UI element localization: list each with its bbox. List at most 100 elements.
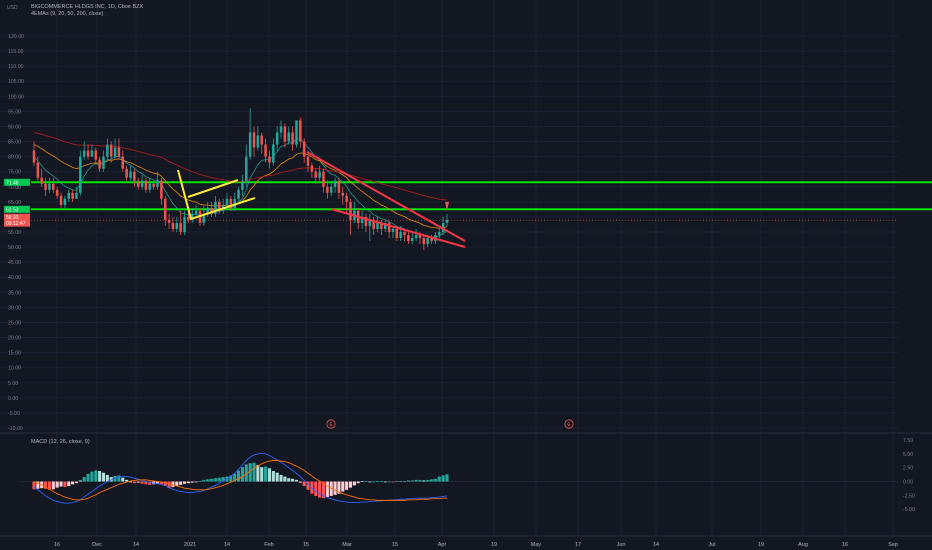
symbol-title[interactable]: BIGCOMMERCE HLDGS INC, 1D, Cboe BZX bbox=[31, 4, 143, 11]
candle-body bbox=[241, 180, 244, 190]
candle-body bbox=[341, 192, 345, 196]
candle-body bbox=[272, 144, 275, 163]
candle-body bbox=[438, 232, 441, 236]
macd-histogram-bar bbox=[94, 470, 98, 482]
candle-body bbox=[349, 201, 352, 220]
candle-body bbox=[414, 235, 418, 239]
price-axis[interactable]: 120.00 115.00 110.00 105.00 100.00 95.00 90.00… bbox=[8, 34, 24, 432]
candle-body bbox=[156, 180, 159, 187]
macd-histogram-bar bbox=[294, 479, 299, 482]
price-tick-label: 90.00 bbox=[8, 124, 21, 130]
macd-tick-label: 7.50 bbox=[903, 438, 913, 444]
macd-histogram-bar bbox=[333, 481, 337, 495]
candle-body bbox=[299, 120, 302, 142]
macd-histogram-bar bbox=[298, 481, 302, 483]
candle-body bbox=[32, 150, 36, 163]
macd-histogram-bar bbox=[375, 480, 380, 482]
candle-body bbox=[106, 144, 109, 157]
macd-histogram-bar bbox=[206, 479, 210, 482]
candle-body bbox=[109, 144, 113, 157]
macd-histogram-bar bbox=[117, 475, 121, 482]
drawings[interactable] bbox=[177, 151, 466, 248]
macd-histogram-bar bbox=[182, 481, 187, 484]
candle-body bbox=[140, 180, 144, 187]
time-axis[interactable]: 16 Dec 14 2021 14 Feb 15 Mar 15 Apr 19 May 17 Jun 14 Ju… bbox=[0, 535, 932, 548]
wedge-lower-line[interactable] bbox=[330, 208, 466, 248]
macd-histogram-bar bbox=[90, 471, 94, 482]
macd-histogram-bar bbox=[74, 481, 79, 484]
candle-body bbox=[403, 232, 406, 236]
candle-body bbox=[94, 150, 98, 160]
candle-body bbox=[248, 132, 252, 157]
macd-histogram-bar bbox=[341, 481, 345, 492]
time-tick-label: 14 bbox=[224, 542, 230, 548]
macd-histogram-bar bbox=[63, 481, 67, 488]
macd-histogram-bar bbox=[302, 481, 306, 486]
candle-body bbox=[86, 150, 90, 157]
price-tick-label: 20.00 bbox=[8, 336, 21, 342]
macd-histogram-bar bbox=[264, 466, 268, 482]
macd-histogram-bar bbox=[426, 479, 430, 482]
price-tick-label: 5.00 bbox=[8, 381, 18, 387]
macd-histogram-bar bbox=[260, 467, 264, 482]
candle-body bbox=[326, 186, 329, 193]
candle-body bbox=[329, 186, 333, 193]
macd-histogram-bar bbox=[379, 480, 383, 482]
candle-body bbox=[322, 171, 325, 187]
candle-body bbox=[318, 171, 321, 178]
macd-histogram-bar bbox=[101, 472, 106, 482]
candle-body bbox=[36, 162, 40, 178]
macd-histogram-bar bbox=[179, 481, 183, 485]
chart-canvas[interactable]: E E 120.00 115.00 110.00 105.00 100.00 95.00 90… bbox=[0, 0, 932, 550]
macd-histogram-bar bbox=[352, 481, 356, 486]
price-tick-label: 15.00 bbox=[8, 351, 21, 357]
candle-body bbox=[90, 150, 94, 157]
macd-histogram-bar bbox=[445, 474, 449, 482]
indicator-label[interactable]: 4EMAs (9, 20, 50, 200, close) bbox=[31, 11, 143, 18]
candle-body bbox=[426, 238, 429, 245]
candle-body bbox=[337, 180, 341, 193]
candle-body bbox=[295, 120, 298, 145]
macd-histogram-bar bbox=[267, 468, 272, 482]
candle-body bbox=[48, 183, 51, 190]
price-tick-label: 85.00 bbox=[8, 140, 21, 146]
candle-body bbox=[183, 216, 186, 232]
macd-histogram-bar bbox=[410, 480, 414, 482]
price-tick-label: 65.00 bbox=[8, 200, 21, 206]
candle-body bbox=[283, 126, 287, 142]
time-tick-label: 2021 bbox=[184, 542, 196, 548]
macd-histogram-bar bbox=[59, 481, 63, 487]
macd-histogram-bar bbox=[275, 472, 279, 482]
candle-body bbox=[225, 198, 229, 205]
candle-body bbox=[113, 147, 117, 157]
price-tick-label: 55.00 bbox=[8, 230, 21, 236]
macd-axis[interactable]: 7.50 5.00 2.50 0.00 -2.50 -5.00 bbox=[903, 438, 915, 513]
macd-histogram-bar bbox=[237, 470, 241, 482]
candle-body bbox=[302, 141, 306, 157]
macd-histogram-bar bbox=[194, 481, 198, 483]
macd-tick-label: -2.50 bbox=[903, 493, 915, 499]
macd-histogram-bar bbox=[71, 481, 75, 485]
macd-histogram-bar bbox=[190, 481, 194, 483]
candle-body bbox=[376, 222, 379, 229]
time-tick-label: Mar bbox=[342, 542, 352, 548]
price-tick-label: 30.00 bbox=[8, 305, 21, 311]
macd-tick-label: 0.00 bbox=[903, 480, 913, 486]
macd-histogram-bar bbox=[356, 481, 360, 484]
time-tick-label: 19 bbox=[758, 542, 764, 548]
macd-pane bbox=[20, 452, 898, 504]
candle-body bbox=[117, 147, 121, 157]
candle-body bbox=[79, 156, 82, 193]
macd-histogram-bar bbox=[51, 481, 55, 490]
macd-histogram-bar bbox=[132, 481, 136, 484]
macd-histogram-bar bbox=[55, 481, 59, 488]
macd-histogram-bar bbox=[86, 473, 90, 482]
price-tick-label: 45.00 bbox=[8, 260, 21, 266]
time-tick-label: 17 bbox=[575, 542, 581, 548]
macd-histogram-bar bbox=[433, 478, 437, 482]
candle-body bbox=[256, 135, 260, 148]
macd-histogram-bar bbox=[140, 481, 144, 484]
macd-histogram-bar bbox=[198, 480, 202, 482]
candle-body bbox=[411, 238, 414, 242]
macd-histogram-bar bbox=[414, 479, 418, 482]
